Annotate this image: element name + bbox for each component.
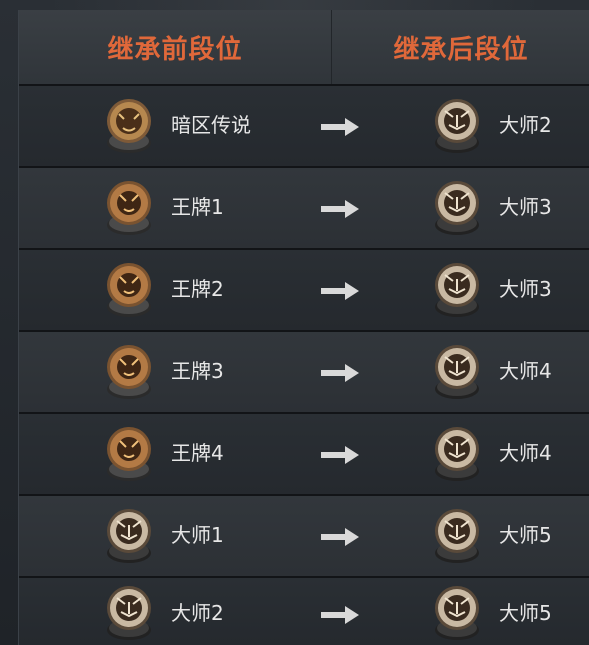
before-rank-label: 王牌2: [171, 277, 224, 301]
after-rank-label: 大师5: [499, 601, 552, 625]
after-rank-label: 大师4: [499, 359, 552, 383]
before-rank-label: 王牌4: [171, 441, 224, 465]
table-row: 大师2 大师5: [19, 578, 589, 645]
table-row: 王牌3 大师4: [19, 332, 589, 414]
table-row: 王牌1 大师3: [19, 168, 589, 250]
after-rank-label: 大师3: [499, 277, 552, 301]
before-rank-label: 王牌3: [171, 359, 224, 383]
after-rank-label: 大师5: [499, 523, 552, 547]
arrow-right-icon: [321, 606, 359, 624]
legend-beast-icon: [107, 99, 151, 153]
master-tiger-icon: [435, 427, 479, 481]
arrow-right-icon: [321, 282, 359, 300]
ace-lion-icon: [107, 345, 151, 399]
master-tiger-icon: [435, 509, 479, 563]
master-tiger-icon: [435, 586, 479, 640]
ace-lion-icon: [107, 181, 151, 235]
arrow-right-icon: [321, 200, 359, 218]
rank-inheritance-table: 继承前段位 继承后段位 暗区传说 大师2 王牌1 大师3 王牌2 大师3 王牌3…: [18, 10, 589, 645]
table-row: 大师1 大师5: [19, 496, 589, 578]
header-after-rank: 继承后段位: [393, 34, 529, 65]
rank-inheritance-panel: 继承前段位 继承后段位 暗区传说 大师2 王牌1 大师3 王牌2 大师3 王牌3…: [0, 0, 589, 645]
master-tiger-icon: [107, 509, 151, 563]
after-rank-label: 大师3: [499, 195, 552, 219]
ace-lion-icon: [107, 263, 151, 317]
arrow-right-icon: [321, 364, 359, 382]
ace-lion-icon: [107, 427, 151, 481]
master-tiger-icon: [435, 345, 479, 399]
arrow-right-icon: [321, 118, 359, 136]
after-rank-label: 大师4: [499, 441, 552, 465]
before-rank-label: 大师1: [171, 523, 224, 547]
before-rank-label: 大师2: [171, 601, 224, 625]
master-tiger-icon: [107, 586, 151, 640]
after-rank-label: 大师2: [499, 113, 552, 137]
table-row: 王牌2 大师3: [19, 250, 589, 332]
table-header: 继承前段位 继承后段位: [19, 10, 589, 86]
master-tiger-icon: [435, 99, 479, 153]
header-before-rank: 继承前段位: [19, 10, 332, 84]
before-rank-label: 暗区传说: [171, 113, 251, 137]
table-row: 暗区传说 大师2: [19, 86, 589, 168]
arrow-right-icon: [321, 446, 359, 464]
master-tiger-icon: [435, 181, 479, 235]
before-rank-label: 王牌1: [171, 195, 224, 219]
arrow-right-icon: [321, 528, 359, 546]
master-tiger-icon: [435, 263, 479, 317]
table-row: 王牌4 大师4: [19, 414, 589, 496]
